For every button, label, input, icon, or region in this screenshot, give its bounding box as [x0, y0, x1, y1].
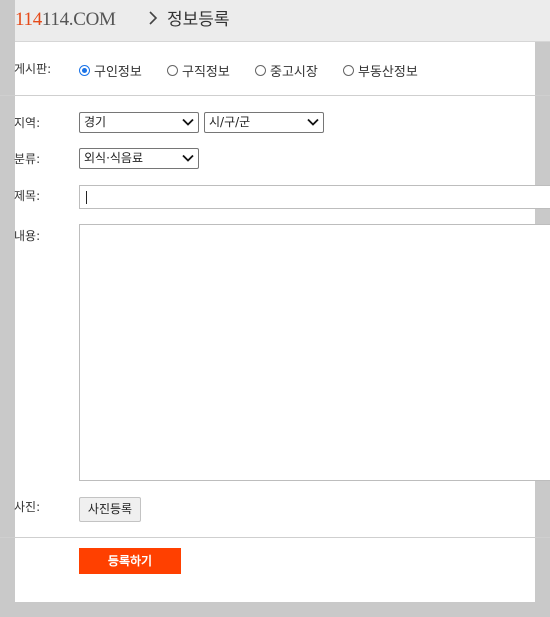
photo-upload-button[interactable]: 사진등록: [79, 497, 141, 522]
radio-unchecked-icon: [343, 64, 354, 76]
city-value: 시/구/군: [209, 115, 251, 129]
radio-label: 부동산정보: [358, 64, 418, 80]
province-select[interactable]: 경기: [79, 112, 199, 133]
chevron-right-icon: [149, 11, 158, 25]
title-input[interactable]: [79, 185, 550, 209]
radio-checked-icon: [79, 64, 90, 76]
radio-job-seeking[interactable]: 구직정보: [167, 61, 230, 80]
page-title: 정보등록: [167, 10, 230, 30]
chevron-down-icon: [182, 118, 194, 126]
chevron-down-icon: [182, 154, 194, 162]
radio-label: 중고시장: [270, 64, 318, 80]
category-select[interactable]: 외식·식음료: [79, 148, 199, 169]
radio-real-estate[interactable]: 부동산정보: [343, 61, 418, 80]
city-select[interactable]: 시/구/군: [204, 112, 324, 133]
province-value: 경기: [84, 115, 107, 129]
divider: [0, 95, 550, 96]
text-caret: [86, 191, 87, 204]
board-label: 게시판:: [14, 62, 52, 76]
radio-unchecked-icon: [255, 64, 266, 76]
radio-used-market[interactable]: 중고시장: [255, 61, 318, 80]
category-value: 외식·식음료: [84, 151, 144, 165]
chevron-down-icon: [307, 118, 319, 126]
submit-button[interactable]: 등록하기: [79, 548, 181, 574]
region-label: 지역:: [14, 116, 41, 130]
title-label: 제목:: [14, 189, 41, 203]
radio-label: 구인정보: [94, 64, 142, 80]
divider: [0, 537, 550, 538]
site-logo[interactable]: 114114.COM: [15, 6, 116, 34]
radio-unchecked-icon: [167, 64, 178, 76]
radio-label: 구직정보: [182, 64, 230, 80]
photo-label: 사진:: [14, 500, 41, 514]
category-label: 분류:: [14, 152, 41, 166]
radio-job-offer[interactable]: 구인정보: [79, 61, 142, 80]
page-header: 114114.COM 정보등록: [15, 0, 550, 42]
content-textarea[interactable]: [79, 224, 550, 481]
content-label: 내용:: [14, 229, 41, 243]
